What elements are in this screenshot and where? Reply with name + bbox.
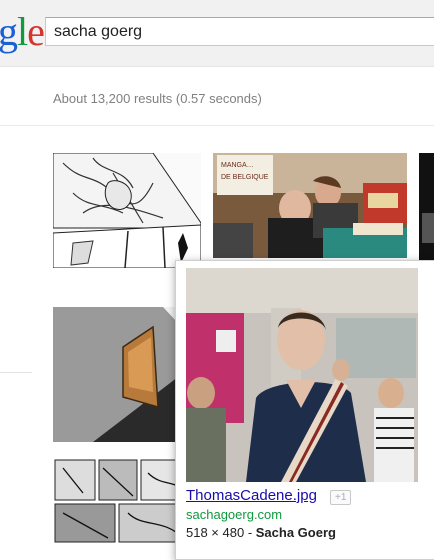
image-meta: 518 × 480 - Sacha Goerg bbox=[186, 525, 336, 540]
logo-letter-e: e bbox=[27, 9, 45, 54]
portrait-photo-image bbox=[186, 268, 418, 482]
image-result-comic-sketch[interactable] bbox=[53, 153, 201, 268]
image-result-book-signing[interactable]: MANGA… DE BELGIQUE bbox=[213, 153, 407, 258]
header-divider bbox=[0, 125, 434, 126]
search-box[interactable] bbox=[45, 17, 434, 46]
google-logo[interactable]: gle bbox=[0, 9, 45, 54]
grey-panel-image bbox=[53, 307, 191, 442]
image-result-edge-right[interactable] bbox=[419, 153, 434, 268]
preview-photo[interactable] bbox=[186, 268, 418, 482]
edge-right-image bbox=[419, 153, 434, 268]
image-result-manga-page[interactable] bbox=[53, 458, 193, 543]
image-dimensions: 518 × 480 bbox=[186, 525, 245, 540]
image-preview-card[interactable]: ThomasCadene.jpg +1 sachagoerg.com 518 ×… bbox=[175, 260, 434, 560]
search-header: gle bbox=[0, 0, 434, 67]
comic-sketch-image bbox=[53, 153, 201, 268]
search-input[interactable] bbox=[54, 22, 424, 42]
svg-text:MANGA…: MANGA… bbox=[221, 162, 254, 169]
image-filename-link[interactable]: ThomasCadene.jpg bbox=[186, 487, 317, 504]
logo-letter-g: g bbox=[0, 9, 18, 54]
plus-one-button[interactable]: +1 bbox=[330, 490, 352, 505]
result-stats: About 13,200 results (0.57 seconds) bbox=[53, 91, 262, 106]
image-author: Sacha Goerg bbox=[255, 525, 336, 540]
book-signing-image: MANGA… DE BELGIQUE bbox=[213, 153, 407, 258]
svg-text:DE BELGIQUE: DE BELGIQUE bbox=[221, 174, 269, 181]
manga-page-image bbox=[53, 458, 193, 543]
logo-letter-l: l bbox=[17, 9, 28, 54]
image-result-grey-panel[interactable] bbox=[53, 307, 191, 442]
meta-separator: - bbox=[244, 525, 256, 540]
sidebar-divider bbox=[0, 372, 32, 373]
source-site-url[interactable]: sachagoerg.com bbox=[186, 507, 282, 522]
